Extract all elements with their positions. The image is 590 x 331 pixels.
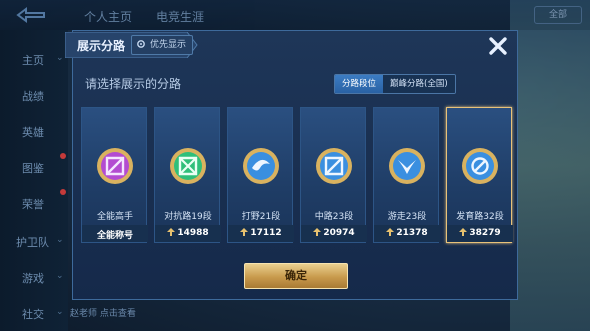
lane-card-footer: 20974 [301, 225, 367, 242]
chevron-down-icon: ⌄ [56, 53, 64, 63]
dialog-title: 展示分路 [77, 39, 126, 53]
lane-card-score: 21378 [374, 228, 440, 238]
lane-card-label: 全能高手 [96, 212, 133, 222]
tab-esports-career[interactable]: 电竞生涯 [156, 8, 204, 25]
close-icon[interactable] [487, 35, 509, 57]
back-button[interactable] [14, 6, 48, 24]
sidebar-item-heroes[interactable]: 英雄 [22, 124, 44, 140]
confirm-button[interactable]: 确定 [244, 263, 348, 289]
lane-card-score-value: 38279 [469, 228, 501, 238]
lane-card-score: 38279 [447, 228, 513, 238]
lane-card-label: 打野21段 [241, 212, 281, 222]
sidebar-item-games[interactable]: 游戏 [22, 270, 44, 286]
lane-mode-toggle: 分路段位 巅峰分路(全国) [334, 74, 456, 94]
tab-profile[interactable]: 个人主页 [84, 8, 132, 25]
sidebar-item-honor[interactable]: 荣誉 [22, 196, 44, 212]
chevron-down-icon: ⌄ [56, 235, 64, 245]
lane-card-score-value: 20974 [323, 228, 355, 238]
gear-icon [137, 40, 145, 48]
rank-arrow-icon [386, 228, 395, 236]
lane-card-score-value: 21378 [396, 228, 428, 238]
mid-lane-emblem-icon [316, 148, 352, 184]
lane-card-score: 17112 [228, 228, 294, 238]
lane-display-dialog: 展示分路 优先显示 请选择展示的分路 分路段位 巅峰分路(全国) 全能高手 全能… [65, 30, 518, 300]
lane-card-score-value: 14988 [177, 228, 209, 238]
lane-card-farm[interactable]: 发育路32段 38279 [446, 107, 513, 243]
lane-card-clash[interactable]: 对抗路19段 14988 [154, 107, 221, 243]
lane-card-footer: 14988 [155, 225, 221, 242]
rank-arrow-icon [313, 228, 322, 236]
farm-lane-emblem-icon [462, 148, 498, 184]
lane-card-score: 20974 [301, 228, 367, 238]
sidebar-item-guard[interactable]: 护卫队 [16, 234, 49, 250]
chevron-down-icon: ⌄ [56, 271, 64, 281]
lane-card-footer: 全能称号 [82, 225, 148, 242]
rank-arrow-icon [167, 228, 176, 236]
notification-dot [60, 153, 66, 159]
notification-dot [60, 189, 66, 195]
lane-card-score: 全能称号 [96, 231, 133, 241]
lane-card-all-round[interactable]: 全能高手 全能称号 [81, 107, 148, 243]
lane-card-score-value: 17112 [250, 228, 282, 238]
background-top-bar: 个人主页 电竞生涯 [0, 0, 590, 30]
lane-card-list: 全能高手 全能称号 对抗路19段 14988 打野21段 17112 中路23段… [81, 107, 513, 243]
select-lane-prompt: 请选择展示的分路 [85, 77, 182, 91]
rank-arrow-icon [459, 228, 468, 236]
lane-card-footer: 21378 [374, 225, 440, 242]
background-hero-art: 全部 [510, 0, 590, 331]
lane-card-label: 发育路32段 [456, 212, 504, 222]
background-footer-text: 赵老师 点击查看 [70, 309, 136, 319]
sidebar-item-record[interactable]: 战绩 [22, 88, 44, 104]
sidebar-item-home[interactable]: 主页 [22, 52, 44, 68]
all-round-emblem-icon [97, 148, 133, 184]
rank-arrow-icon [240, 228, 249, 236]
segment-peak-lane[interactable]: 巅峰分路(全国) [383, 75, 455, 93]
segment-lane-rank[interactable]: 分路段位 [335, 75, 384, 93]
sidebar-item-codex[interactable]: 图鉴 [22, 160, 44, 176]
sidebar-item-social[interactable]: 社交 [22, 306, 44, 322]
lane-card-score: 14988 [155, 228, 221, 238]
lane-card-roam[interactable]: 游走23段 21378 [373, 107, 440, 243]
lane-card-mid[interactable]: 中路23段 20974 [300, 107, 367, 243]
background-sidebar: 主页 ⌄ 战绩 英雄 图鉴 荣誉 护卫队 ⌄ 游戏 ⌄ 社交 ⌄ [0, 30, 68, 331]
lane-card-label: 对抗路19段 [164, 212, 212, 222]
lane-card-label: 游走23段 [387, 212, 427, 222]
lane-card-footer: 17112 [228, 225, 294, 242]
lane-card-footer: 38279 [447, 225, 513, 242]
priority-display-button[interactable]: 优先显示 [131, 35, 194, 55]
dialog-header: 展示分路 优先显示 [65, 32, 205, 58]
roam-emblem-icon [389, 148, 425, 184]
chevron-down-icon: ⌄ [56, 307, 64, 317]
jungle-emblem-icon [243, 148, 279, 184]
back-arrow-icon [16, 7, 45, 23]
priority-display-label: 优先显示 [150, 40, 187, 50]
clash-lane-emblem-icon [170, 148, 206, 184]
lane-card-label: 中路23段 [314, 212, 354, 222]
lane-card-jungle[interactable]: 打野21段 17112 [227, 107, 294, 243]
filter-select[interactable]: 全部 [534, 6, 582, 24]
